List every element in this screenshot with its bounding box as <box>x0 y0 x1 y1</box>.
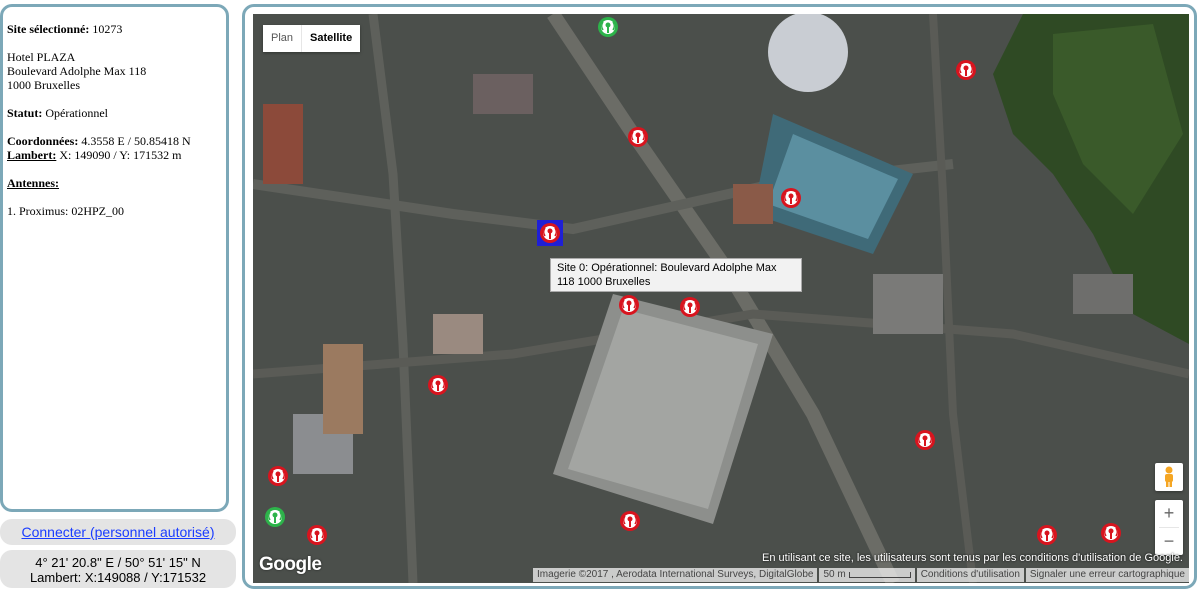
antenna-marker[interactable] <box>618 294 640 316</box>
satellite-map[interactable]: Plan Satellite Site 0: Opérationnel: Bou… <box>253 14 1189 583</box>
antennas-heading: Antennes: <box>7 176 60 190</box>
satellite-imagery <box>253 14 1189 583</box>
terms-notice: En utilisant ce site, les utilisateurs s… <box>762 552 1183 564</box>
antenna-marker[interactable] <box>1100 522 1122 544</box>
green-antenna-marker[interactable] <box>597 16 619 38</box>
site-name: Hotel PLAZA <box>7 50 76 64</box>
lambert-value: X: 149090 / Y: 171532 m <box>59 148 182 162</box>
antenna-marker[interactable] <box>427 374 449 396</box>
map-type-control: Plan Satellite <box>263 25 361 52</box>
antenna-list-item: 1. Proximus: 02HPZ_00 <box>7 204 125 218</box>
coords-label: Coordonnées: <box>7 134 79 148</box>
green-antenna-marker[interactable] <box>264 506 286 528</box>
marker-tooltip: Site 0: Opérationnel: Boulevard Adolphe … <box>550 258 802 292</box>
map-type-plan[interactable]: Plan <box>263 25 301 52</box>
site-city: 1000 Bruxelles <box>7 78 80 92</box>
site-id: 10273 <box>92 22 123 36</box>
site-label: Site sélectionné: <box>7 22 90 36</box>
map-type-satellite[interactable]: Satellite <box>301 25 360 52</box>
map-frame: Plan Satellite Site 0: Opérationnel: Bou… <box>242 4 1197 589</box>
antenna-marker[interactable] <box>267 465 289 487</box>
antenna-marker[interactable] <box>914 429 936 451</box>
terms-link[interactable]: Conditions d'utilisation <box>916 568 1024 582</box>
selected-antenna-marker[interactable] <box>537 220 563 246</box>
map-attribution-bar: Imagerie ©2017 , Aerodata International … <box>531 567 1189 583</box>
antenna-marker[interactable] <box>627 126 649 148</box>
antenna-marker[interactable] <box>1036 524 1058 546</box>
coords-value: 4.3558 E / 50.85418 N <box>81 134 191 148</box>
scale-label: 50 m <box>823 569 846 580</box>
connect-link[interactable]: Connecter (personnel autorisé) <box>0 519 236 545</box>
status-value: Opérationnel <box>45 106 108 120</box>
report-error-link[interactable]: Signaler une erreur cartographique <box>1025 568 1189 582</box>
site-info-panel: Site sélectionné: 10273 Hotel PLAZA Boul… <box>0 4 229 512</box>
street-view-pegman-icon[interactable] <box>1155 463 1183 491</box>
lambert-label: Lambert: <box>7 148 57 162</box>
zoom-control: + − <box>1155 500 1183 555</box>
antenna-marker[interactable] <box>306 524 328 546</box>
antenna-marker[interactable] <box>619 510 641 532</box>
antenna-marker[interactable] <box>955 59 977 81</box>
scale-bar <box>848 572 911 578</box>
tooltip-line-1: Site 0: Opérationnel: Boulevard Adolphe … <box>557 262 777 274</box>
google-logo: Google <box>259 554 322 575</box>
cursor-coordinates-box: 4° 21' 20.8" E / 50° 51' 15" N Lambert: … <box>0 550 236 588</box>
tooltip-line-2: 118 1000 Bruxelles <box>557 276 651 288</box>
zoom-out-button[interactable]: − <box>1155 528 1183 555</box>
scale-indicator: 50 m <box>819 568 915 582</box>
imagery-credit: Imagerie ©2017 , Aerodata International … <box>533 568 818 582</box>
antenna-marker[interactable] <box>679 296 701 318</box>
antenna-marker[interactable] <box>780 187 802 209</box>
status-label: Statut: <box>7 106 43 120</box>
zoom-in-button[interactable]: + <box>1155 500 1183 527</box>
cursor-lambert: Lambert: X:149088 / Y:171532 <box>29 570 207 585</box>
cursor-dms: 4° 21' 20.8" E / 50° 51' 15" N <box>35 555 201 570</box>
site-street: Boulevard Adolphe Max 118 <box>7 64 147 78</box>
